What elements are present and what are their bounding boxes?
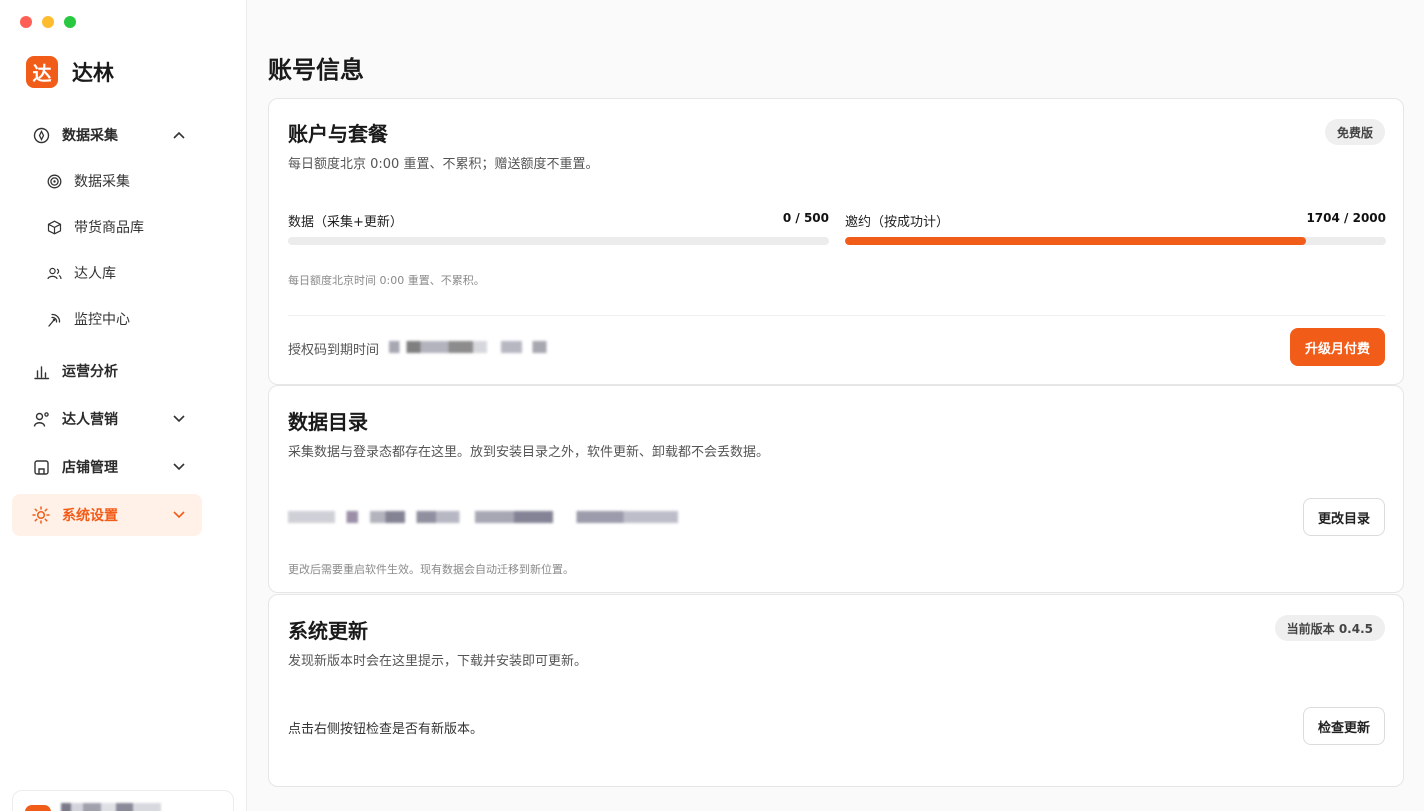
quota-progress-bar bbox=[288, 237, 829, 245]
sidebar-subitem-data-collection[interactable]: 数据采集 bbox=[12, 158, 202, 204]
minimize-window-button[interactable] bbox=[42, 16, 54, 28]
chevron-down-icon bbox=[170, 506, 188, 524]
quota-invite: 邀约（按成功计） 1704 / 2000 bbox=[845, 211, 1386, 245]
upgrade-button[interactable]: 升级月付费 bbox=[1289, 328, 1385, 366]
sidebar-subitem-influencer-library[interactable]: 达人库 bbox=[12, 250, 202, 296]
quota-progress-bar bbox=[845, 237, 1386, 245]
plan-badge: 免费版 bbox=[1324, 119, 1385, 145]
sidebar-item-label: 监控中心 bbox=[74, 312, 130, 328]
box-icon bbox=[46, 219, 62, 235]
card-description: 每日额度北京 0:00 重置、不累积；赠送额度不重置。 bbox=[288, 157, 599, 172]
brand-logo: 达 bbox=[26, 56, 58, 88]
maximize-window-button[interactable] bbox=[64, 16, 76, 28]
compass-icon bbox=[32, 126, 50, 144]
system-update-card: 系统更新 当前版本 0.4.5 发现新版本时会在这里提示，下载并安装即可更新。 … bbox=[268, 594, 1404, 787]
quota-label: 数据（采集+更新） bbox=[288, 215, 403, 230]
sidebar-nav: 数据采集 数据采集 带货商品库 达人库 监控中心 运营分析 达人营销 店铺管理 … bbox=[12, 112, 202, 536]
divider bbox=[288, 315, 1385, 316]
card-title: 账户与套餐 bbox=[288, 122, 388, 146]
chevron-down-icon bbox=[170, 410, 188, 428]
account-plan-card: 账户与套餐 免费版 每日额度北京 0:00 重置、不累积；赠送额度不重置。 数据… bbox=[268, 98, 1404, 385]
quota-progress-fill bbox=[845, 237, 1306, 245]
card-title: 系统更新 bbox=[288, 619, 368, 643]
quota-label: 邀约（按成功计） bbox=[845, 215, 950, 230]
window-controls bbox=[20, 16, 76, 28]
sidebar-item-influencer-marketing[interactable]: 达人营销 bbox=[12, 398, 202, 440]
version-badge: 当前版本 0.4.5 bbox=[1274, 615, 1385, 641]
quota-value: 1704 / 2000 bbox=[1306, 211, 1386, 225]
sidebar-item-label: 运营分析 bbox=[62, 364, 118, 380]
directory-path-redacted bbox=[288, 511, 678, 523]
bar-chart-icon bbox=[32, 362, 50, 380]
user-plus-icon bbox=[32, 410, 50, 428]
page-title: 账号信息 bbox=[268, 56, 364, 84]
card-description: 采集数据与登录态都存在这里。放到安装目录之外，软件更新、卸载都不会丢数据。 bbox=[288, 445, 770, 460]
close-window-button[interactable] bbox=[20, 16, 32, 28]
quota-value: 0 / 500 bbox=[782, 211, 829, 225]
sidebar-item-label: 店铺管理 bbox=[62, 460, 118, 476]
quota-data: 数据（采集+更新） 0 / 500 bbox=[288, 211, 829, 245]
quota-note: 每日额度北京时间 0:00 重置、不累积。 bbox=[288, 274, 485, 287]
chevron-down-icon bbox=[170, 458, 188, 476]
check-update-button[interactable]: 检查更新 bbox=[1302, 707, 1385, 745]
brand: 达 达林 bbox=[26, 56, 114, 88]
sidebar: 达 达林 数据采集 数据采集 带货商品库 达人库 监控中心 运营分析 达人营销 … bbox=[0, 0, 247, 811]
sidebar-item-system-settings[interactable]: 系统设置 bbox=[12, 494, 202, 536]
user-card[interactable] bbox=[12, 790, 234, 811]
card-title: 数据目录 bbox=[288, 410, 368, 434]
antenna-icon bbox=[46, 311, 62, 327]
sidebar-item-label: 达人库 bbox=[74, 266, 116, 282]
sidebar-item-label: 系统设置 bbox=[62, 508, 118, 524]
store-icon bbox=[32, 458, 50, 476]
expiry-label: 授权码到期时间 bbox=[288, 343, 380, 358]
sidebar-subitem-monitor-center[interactable]: 监控中心 bbox=[12, 296, 202, 342]
target-icon bbox=[46, 173, 62, 189]
sidebar-item-data-collection[interactable]: 数据采集 bbox=[12, 114, 202, 156]
change-directory-button[interactable]: 更改目录 bbox=[1302, 498, 1385, 536]
sidebar-item-label: 达人营销 bbox=[62, 412, 118, 428]
data-directory-card: 数据目录 采集数据与登录态都存在这里。放到安装目录之外，软件更新、卸载都不会丢数… bbox=[268, 385, 1404, 593]
sidebar-item-label: 数据采集 bbox=[62, 128, 118, 144]
chevron-up-icon bbox=[170, 126, 188, 144]
sidebar-subitem-product-library[interactable]: 带货商品库 bbox=[12, 204, 202, 250]
directory-note: 更改后需要重启软件生效。现有数据会自动迁移到新位置。 bbox=[288, 563, 574, 576]
brand-name: 达林 bbox=[72, 61, 114, 85]
users-icon bbox=[46, 265, 62, 281]
user-name-redacted bbox=[61, 803, 161, 811]
sidebar-item-store-management[interactable]: 店铺管理 bbox=[12, 446, 202, 488]
expiry-value-redacted bbox=[389, 341, 564, 353]
avatar bbox=[25, 805, 51, 811]
sidebar-item-operations-analysis[interactable]: 运营分析 bbox=[12, 350, 202, 392]
sun-gear-icon bbox=[32, 506, 50, 524]
update-hint: 点击右侧按钮检查是否有新版本。 bbox=[288, 722, 484, 737]
sidebar-item-label: 带货商品库 bbox=[74, 220, 144, 236]
card-description: 发现新版本时会在这里提示，下载并安装即可更新。 bbox=[288, 654, 588, 669]
sidebar-item-label: 数据采集 bbox=[74, 174, 130, 190]
